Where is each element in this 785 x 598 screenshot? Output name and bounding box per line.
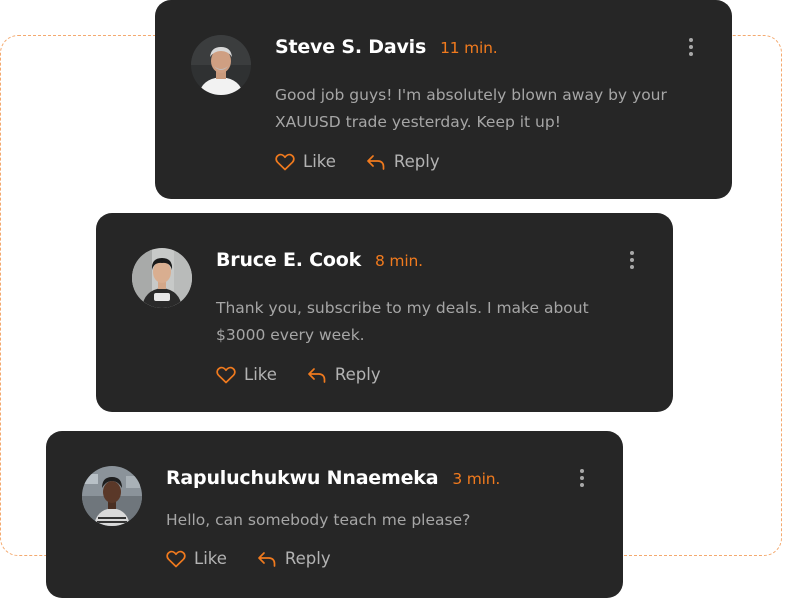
avatar-photo [82, 466, 142, 526]
comment-card: Bruce E. Cook 8 min. Thank you, subscribe… [96, 213, 673, 412]
reply-arrow-icon [258, 551, 276, 567]
avatar[interactable] [82, 466, 142, 526]
reply-label: Reply [334, 365, 381, 384]
like-button[interactable]: Like [275, 152, 336, 171]
heart-icon [275, 153, 295, 170]
more-options-button[interactable] [686, 38, 696, 58]
avatar-photo [132, 248, 192, 308]
comment-card: Steve S. Davis 11 min. Good job guys! I'm… [155, 0, 732, 199]
commenter-name[interactable]: Steve S. Davis 11 min. [275, 36, 498, 58]
reply-arrow-icon [308, 367, 326, 383]
reply-label: Reply [284, 549, 331, 568]
comment-actions: Like Reply [275, 152, 440, 171]
comment-actions: Like Reply [216, 365, 381, 384]
avatar[interactable] [132, 248, 192, 308]
reply-arrow-icon [367, 154, 385, 170]
commenter-name[interactable]: Rapuluchukwu Nnaemeka 3 min. [166, 467, 500, 489]
avatar-photo [191, 35, 251, 95]
more-vertical-icon [686, 38, 696, 56]
comment-text: Thank you, subscribe to my deals. I make… [216, 299, 589, 344]
comment-time: 8 min. [375, 252, 423, 270]
like-label: Like [194, 549, 227, 568]
more-vertical-icon [627, 251, 637, 269]
like-button[interactable]: Like [166, 549, 227, 568]
more-options-button[interactable] [627, 251, 637, 271]
reply-button[interactable]: Reply [257, 549, 331, 568]
commenter-name-text: Rapuluchukwu Nnaemeka [166, 467, 439, 489]
comment-time: 11 min. [440, 39, 498, 57]
comment-card: Rapuluchukwu Nnaemeka 3 min. Hello, can s… [46, 431, 623, 598]
comment-time: 3 min. [452, 470, 501, 488]
reply-label: Reply [393, 152, 440, 171]
like-button[interactable]: Like [216, 365, 277, 384]
heart-icon [166, 550, 186, 567]
like-label: Like [303, 152, 336, 171]
heart-icon [216, 366, 236, 383]
comment-text: Good job guys! I'm absolutely blown away… [275, 86, 667, 131]
commenter-name-text: Bruce E. Cook [216, 249, 362, 271]
comment-actions: Like Reply [166, 549, 331, 568]
commenter-name[interactable]: Bruce E. Cook 8 min. [216, 249, 423, 271]
reply-button[interactable]: Reply [307, 365, 381, 384]
more-options-button[interactable] [577, 469, 587, 489]
reply-button[interactable]: Reply [366, 152, 440, 171]
avatar[interactable] [191, 35, 251, 95]
more-vertical-icon [577, 469, 587, 487]
like-label: Like [244, 365, 277, 384]
comment-text: Hello, can somebody teach me please? [166, 511, 471, 529]
commenter-name-text: Steve S. Davis [275, 36, 427, 58]
